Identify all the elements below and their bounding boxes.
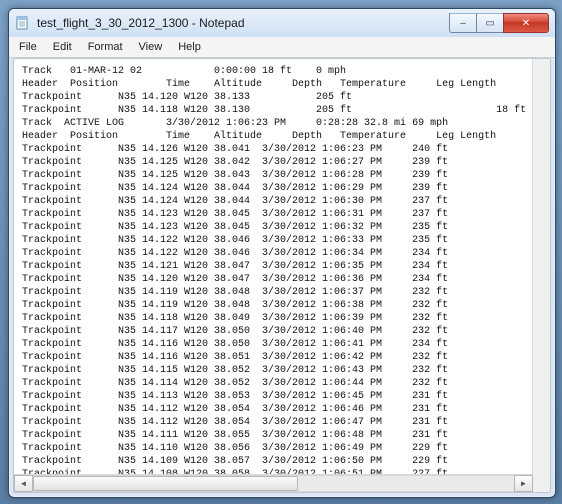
- text-line: Trackpoint N35 14.126 W120 38.041 3/30/2…: [22, 143, 542, 156]
- size-grip[interactable]: [533, 475, 550, 492]
- text-line: Trackpoint N35 14.110 W120 38.056 3/30/2…: [22, 442, 542, 455]
- minimize-button[interactable]: –: [449, 13, 477, 33]
- scroll-thumb[interactable]: [33, 476, 298, 491]
- text-line: Trackpoint N35 14.124 W120 38.044 3/30/2…: [22, 195, 542, 208]
- titlebar[interactable]: test_flight_3_30_2012_1300 - Notepad – ▭…: [9, 9, 555, 37]
- horizontal-scrollbar[interactable]: ◄ ►: [14, 474, 533, 492]
- text-line: Trackpoint N35 14.123 W120 38.045 3/30/2…: [22, 208, 542, 221]
- menu-view[interactable]: View: [131, 39, 171, 55]
- text-line: Trackpoint N35 14.116 W120 38.050 3/30/2…: [22, 338, 542, 351]
- notepad-window: test_flight_3_30_2012_1300 - Notepad – ▭…: [8, 8, 556, 498]
- text-line: Track ACTIVE LOG 3/30/2012 1:06:23 PM 0:…: [22, 117, 542, 130]
- text-line: Trackpoint N35 14.112 W120 38.054 3/30/2…: [22, 416, 542, 429]
- menu-format[interactable]: Format: [80, 39, 131, 55]
- text-line: Trackpoint N35 14.114 W120 38.052 3/30/2…: [22, 377, 542, 390]
- text-area[interactable]: Track 01-MAR-12 02 0:00:00 18 ft 0 mphHe…: [14, 59, 550, 475]
- maximize-button[interactable]: ▭: [476, 13, 504, 33]
- text-line: Trackpoint N35 14.125 W120 38.042 3/30/2…: [22, 156, 542, 169]
- text-line: Trackpoint N35 14.117 W120 38.050 3/30/2…: [22, 325, 542, 338]
- scroll-track[interactable]: [33, 475, 514, 492]
- notepad-icon: [15, 15, 31, 31]
- text-line: Trackpoint N35 14.113 W120 38.053 3/30/2…: [22, 390, 542, 403]
- text-line: Trackpoint N35 14.119 W120 38.048 3/30/2…: [22, 299, 542, 312]
- text-line: Trackpoint N35 14.115 W120 38.052 3/30/2…: [22, 364, 542, 377]
- text-line: Trackpoint N35 14.118 W120 38.130 205 ft…: [22, 104, 542, 117]
- text-line: Trackpoint N35 14.125 W120 38.043 3/30/2…: [22, 169, 542, 182]
- text-line: Trackpoint N35 14.112 W120 38.054 3/30/2…: [22, 403, 542, 416]
- scroll-left-button[interactable]: ◄: [14, 475, 33, 492]
- text-line: Trackpoint N35 14.123 W120 38.045 3/30/2…: [22, 221, 542, 234]
- text-line: Header Position Time Altitude Depth Temp…: [22, 78, 542, 91]
- text-line: Trackpoint N35 14.120 W120 38.047 3/30/2…: [22, 273, 542, 286]
- vertical-scrollbar[interactable]: [532, 59, 550, 492]
- menu-help[interactable]: Help: [170, 39, 209, 55]
- text-line: Trackpoint N35 14.111 W120 38.055 3/30/2…: [22, 429, 542, 442]
- menu-file[interactable]: File: [11, 39, 45, 55]
- menu-bar: File Edit Format View Help: [9, 37, 555, 58]
- window-title: test_flight_3_30_2012_1300 - Notepad: [37, 16, 450, 30]
- text-line: Trackpoint N35 14.109 W120 38.057 3/30/2…: [22, 455, 542, 468]
- text-line: Trackpoint N35 14.124 W120 38.044 3/30/2…: [22, 182, 542, 195]
- text-line: Trackpoint N35 14.119 W120 38.048 3/30/2…: [22, 286, 542, 299]
- text-line: Trackpoint N35 14.122 W120 38.046 3/30/2…: [22, 234, 542, 247]
- text-line: Trackpoint N35 14.120 W120 38.133 205 ft: [22, 91, 542, 104]
- close-button[interactable]: ✕: [503, 13, 549, 33]
- scroll-right-button[interactable]: ►: [514, 475, 533, 492]
- text-line: Trackpoint N35 14.116 W120 38.051 3/30/2…: [22, 351, 542, 364]
- menu-edit[interactable]: Edit: [45, 39, 80, 55]
- text-line: Track 01-MAR-12 02 0:00:00 18 ft 0 mph: [22, 65, 542, 78]
- text-line: Trackpoint N35 14.122 W120 38.046 3/30/2…: [22, 247, 542, 260]
- text-line: Trackpoint N35 14.118 W120 38.049 3/30/2…: [22, 312, 542, 325]
- client-area: Track 01-MAR-12 02 0:00:00 18 ft 0 mphHe…: [13, 58, 551, 493]
- text-line: Trackpoint N35 14.121 W120 38.047 3/30/2…: [22, 260, 542, 273]
- text-line: Header Position Time Altitude Depth Temp…: [22, 130, 542, 143]
